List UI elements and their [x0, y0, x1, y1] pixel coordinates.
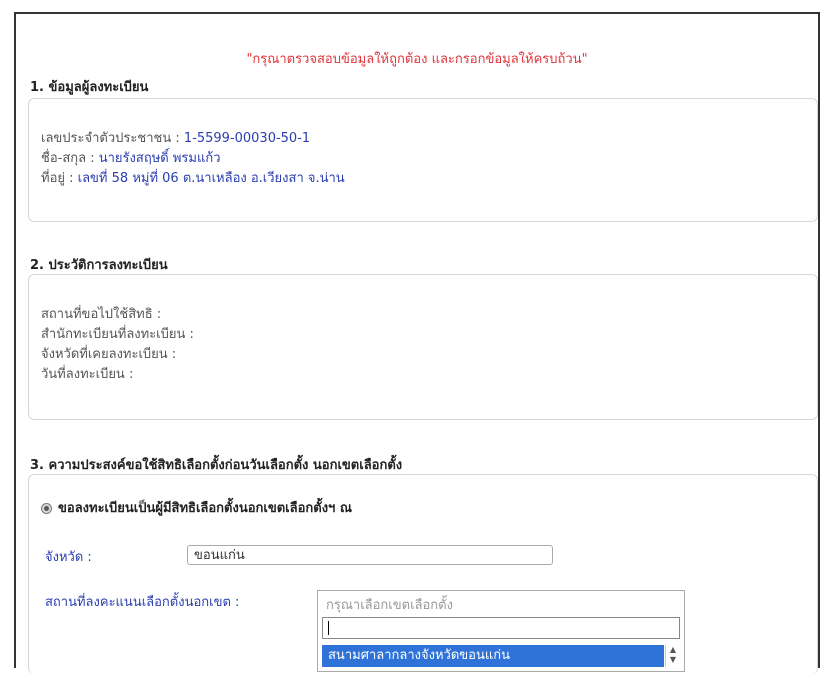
history-line: จังหวัดที่เคยลงทะเบียน :: [41, 347, 177, 362]
name-label: ชื่อ-สกุล :: [41, 151, 99, 166]
name-row: ชื่อ-สกุล : นายรังสฤษดิ์ พรมแก้ว: [41, 147, 221, 168]
id-row: เลขประจำตัวประชาชน : 1-5599-00030-50-1: [41, 127, 310, 148]
address-label: ที่อยู่ :: [41, 171, 78, 186]
location-search-input[interactable]: [322, 617, 680, 639]
address-row: ที่อยู่ : เลขที่ 58 หมู่ที่ 06 ต.นาเหลือ…: [41, 167, 345, 188]
radio-button[interactable]: [41, 503, 52, 514]
text-caret: [328, 621, 329, 635]
id-value: 1-5599-00030-50-1: [183, 131, 311, 146]
section1-title: 1. ข้อมูลผู้ลงทะเบียน: [30, 80, 149, 95]
history-line: สำนักทะเบียนที่ลงทะเบียน :: [41, 327, 194, 342]
section3-title: 3. ความประสงค์ขอใช้สิทธิเลือกตั้งก่อนวัน…: [30, 458, 403, 473]
registration-form: "กรุณาตรวจสอบข้อมูลให้ถูกต้อง และกรอกข้อ…: [14, 12, 820, 674]
location-option[interactable]: สนามศาลากลางจังหวัดขอนแก่น: [322, 645, 664, 667]
history-line: วันที่ลงทะเบียน :: [41, 367, 134, 382]
address-value: เลขที่ 58 หมู่ที่ 06 ต.นาเหลือง อ.เวียงส…: [77, 171, 345, 186]
location-label: สถานที่ลงคะแนนเลือกตั้งนอกเขต :: [45, 595, 240, 610]
section2-panel: สถานที่ขอไปใช้สิทธิ : สำนักทะเบียนที่ลงท…: [28, 274, 818, 420]
location-placeholder: กรุณาเลือกเขตเลือกตั้ง: [326, 598, 453, 613]
name-value: นายรังสฤษดิ์ พรมแก้ว: [98, 151, 221, 166]
section2-title: 2. ประวัติการลงทะเบียน: [30, 258, 168, 273]
id-label: เลขประจำตัวประชาชน :: [41, 131, 184, 146]
radio-label: ขอลงทะเบียนเป็นผู้มีสิทธิเลือกตั้งนอกเขต…: [58, 501, 352, 516]
province-input[interactable]: ขอนแก่น: [187, 545, 553, 565]
radio-row[interactable]: ขอลงทะเบียนเป็นผู้มีสิทธิเลือกตั้งนอกเขต…: [41, 497, 352, 518]
history-line: สถานที่ขอไปใช้สิทธิ :: [41, 307, 162, 322]
section3-panel: ขอลงทะเบียนเป็นผู้มีสิทธิเลือกตั้งนอกเขต…: [28, 474, 818, 674]
notice-text: "กรุณาตรวจสอบข้อมูลให้ถูกต้อง และกรอกข้อ…: [246, 52, 588, 67]
scroll-arrows-icon[interactable]: ▲ ▼: [665, 645, 680, 667]
section1-panel: เลขประจำตัวประชาชน : 1-5599-00030-50-1 ช…: [28, 98, 818, 222]
location-select[interactable]: กรุณาเลือกเขตเลือกตั้ง สนามศาลากลางจังหว…: [317, 590, 685, 672]
province-label: จังหวัด :: [45, 550, 92, 565]
